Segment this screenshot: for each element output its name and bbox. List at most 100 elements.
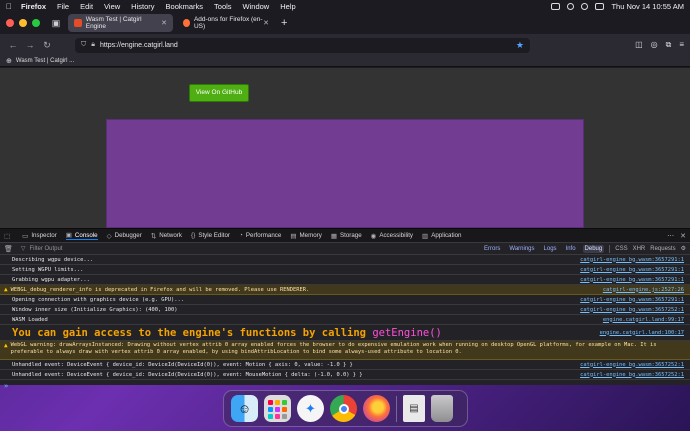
- menu-tools[interactable]: Tools: [214, 2, 232, 11]
- log-message: Grabbing wgpu adapter...: [12, 276, 90, 283]
- finder-icon[interactable]: ☺: [231, 395, 258, 422]
- url-bar[interactable]: ⛉ 🔒︎ https://engine.catgirl.land ★: [75, 37, 530, 53]
- filter-warnings-button[interactable]: Warnings: [507, 245, 536, 253]
- document-icon[interactable]: ▤: [403, 395, 425, 422]
- globe-icon: ⊕: [6, 58, 12, 65]
- log-source-link[interactable]: catgirl-engine_bg.wasm:3657252:1: [574, 372, 684, 378]
- menu-edit[interactable]: Edit: [80, 2, 93, 11]
- view-on-github-button[interactable]: View On GitHub: [189, 84, 249, 102]
- menu-bookmarks[interactable]: Bookmarks: [166, 2, 204, 11]
- log-message: Window inner size (Initialize Graphics):…: [12, 306, 178, 313]
- log-source-link[interactable]: catgirl-engine_bg.wasm:3657252:1: [574, 362, 684, 368]
- warning-icon: ▲: [4, 342, 8, 349]
- tab-application[interactable]: ▥ Application: [422, 232, 461, 240]
- close-devtools-icon[interactable]: ✕: [680, 232, 686, 240]
- filter-logs-button[interactable]: Logs: [542, 245, 559, 253]
- trash-icon[interactable]: [431, 395, 453, 422]
- log-row: WASM Loaded engine.catgirl.land:99:17: [0, 315, 690, 325]
- tab-performance[interactable]: ◔ Performance: [239, 232, 281, 239]
- menu-file[interactable]: File: [57, 2, 69, 11]
- web-page-content: View On GitHub: [0, 68, 690, 228]
- engine-canvas[interactable]: [106, 119, 584, 228]
- menu-app-name[interactable]: Firefox: [21, 2, 46, 11]
- log-source-link[interactable]: catgirl-engine_bg.wasm:3657291:1: [574, 297, 684, 303]
- wifi-icon[interactable]: [567, 2, 575, 10]
- log-source-link[interactable]: catgirl-engine_bg.wasm:3657291:1: [574, 277, 684, 283]
- bookmark-item[interactable]: Wasm Test | Catgirl ...: [16, 58, 74, 64]
- log-source-link[interactable]: catgirl-engine.js:2527:26: [597, 287, 684, 293]
- menu-icon[interactable]: ≡: [679, 40, 684, 50]
- new-tab-icon[interactable]: +: [281, 17, 287, 29]
- menu-history[interactable]: History: [131, 2, 154, 11]
- back-arrow-icon[interactable]: ←: [6, 40, 20, 50]
- spotlight-search-icon[interactable]: [581, 2, 589, 10]
- menu-help[interactable]: Help: [280, 2, 295, 11]
- log-source-link[interactable]: catgirl-engine_bg.wasm:3657291:1: [574, 257, 684, 263]
- tab-network[interactable]: ⇅ Network: [151, 232, 182, 240]
- filter-input[interactable]: Filter Output: [30, 246, 63, 252]
- tab-addons[interactable]: Add-ons for Firefox (en-US) ✕: [177, 14, 275, 32]
- style-editor-icon: {}: [190, 232, 196, 239]
- network-icon: ⇅: [150, 232, 157, 240]
- tab-wasm-test[interactable]: Wasm Test | Catgirl Engine ✕: [68, 14, 173, 32]
- window-controls: [6, 19, 40, 27]
- log-source-link[interactable]: engine.catgirl.land:100:17: [594, 330, 684, 336]
- filter-xhr-button[interactable]: XHR: [633, 246, 646, 252]
- tab-console[interactable]: ▣ Console: [65, 231, 98, 240]
- pocket-icon[interactable]: ◫: [635, 40, 643, 50]
- devtools-toolbar-right: ⋯ ✕: [667, 232, 686, 240]
- menu-view[interactable]: View: [104, 2, 120, 11]
- account-icon[interactable]: ◎: [651, 40, 658, 50]
- tab-storage[interactable]: ▦ Storage: [331, 232, 362, 240]
- clear-console-icon[interactable]: 🗑︎: [4, 245, 13, 253]
- url-text[interactable]: https://engine.catgirl.land: [100, 42, 178, 49]
- extensions-icon[interactable]: ⧉: [666, 40, 672, 50]
- log-message: Opening connection with graphics device …: [12, 296, 185, 303]
- chrome-icon[interactable]: [330, 395, 357, 422]
- reload-icon[interactable]: ↻: [40, 40, 54, 51]
- apple-menu-icon[interactable]: : [6, 2, 12, 11]
- log-source-link[interactable]: engine.catgirl.land:99:17: [597, 317, 684, 323]
- bookmark-star-icon[interactable]: ★: [516, 40, 524, 51]
- menu-clock[interactable]: Thu Nov 14 10:55 AM: [611, 2, 684, 11]
- close-window-button[interactable]: [6, 19, 14, 27]
- safari-icon[interactable]: ✦: [297, 395, 324, 422]
- tab-label: Style Editor: [198, 232, 230, 239]
- tab-debugger[interactable]: ◇ Debugger: [107, 232, 142, 240]
- devtools-picker[interactable]: ⬚: [4, 232, 13, 240]
- tab-inspector[interactable]: ▭ Inspector: [22, 232, 57, 240]
- filter-errors-button[interactable]: Errors: [482, 245, 502, 253]
- prompt-chevron-icon: »: [4, 381, 9, 390]
- firefox-view-icon[interactable]: ▣: [50, 17, 62, 29]
- control-center-icon[interactable]: [595, 2, 605, 10]
- tab-style-editor[interactable]: {} Style Editor: [191, 232, 230, 239]
- lock-icon[interactable]: 🔒︎: [91, 41, 95, 49]
- filter-css-button[interactable]: CSS: [615, 246, 627, 252]
- menu-window[interactable]: Window: [243, 2, 270, 11]
- forward-arrow-icon[interactable]: →: [23, 40, 37, 50]
- minimize-window-button[interactable]: [19, 19, 27, 27]
- firefox-icon[interactable]: [363, 395, 390, 422]
- console-icon: ▣: [65, 232, 72, 239]
- console-settings-icon[interactable]: ⚙: [681, 245, 686, 252]
- zoom-window-button[interactable]: [32, 19, 40, 27]
- log-source-link[interactable]: catgirl-engine_bg.wasm:3657291:1: [574, 267, 684, 273]
- tab-label: Application: [431, 232, 462, 239]
- filter-debug-button[interactable]: Debug: [582, 244, 605, 253]
- filter-info-button[interactable]: Info: [564, 245, 578, 253]
- log-message: You can gain access to the engine's func…: [12, 327, 442, 339]
- log-source-link[interactable]: catgirl-engine_bg.wasm:3657252:1: [574, 307, 684, 313]
- element-picker-icon[interactable]: ⬚: [4, 232, 10, 240]
- launchpad-icon[interactable]: [264, 395, 291, 422]
- close-tab-icon[interactable]: ✕: [263, 19, 269, 27]
- filter-requests-button[interactable]: Requests: [650, 246, 675, 252]
- site-info-icon[interactable]: ⛉: [81, 41, 86, 49]
- accessibility-icon: ◉: [370, 232, 377, 240]
- dock-options-icon[interactable]: ⋯: [667, 232, 674, 240]
- close-tab-icon[interactable]: ✕: [161, 19, 167, 27]
- tab-memory[interactable]: ▤ Memory: [290, 232, 322, 240]
- tab-label: Memory: [299, 232, 322, 239]
- log-row: Opening connection with graphics device …: [0, 295, 690, 305]
- tab-accessibility[interactable]: ◉ Accessibility: [371, 232, 413, 240]
- battery-icon[interactable]: [551, 2, 561, 10]
